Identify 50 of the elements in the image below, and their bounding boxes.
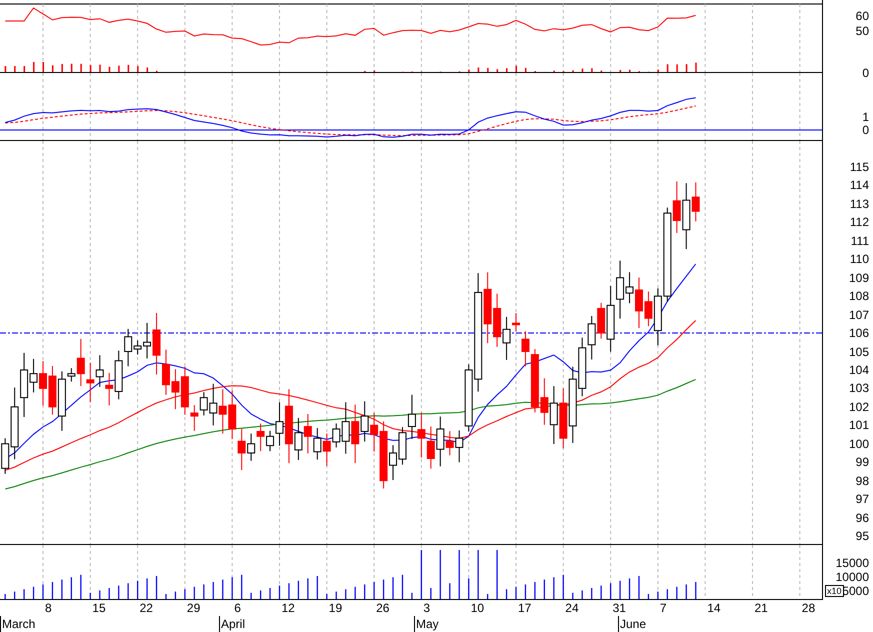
date-label: 19 <box>328 601 342 615</box>
axis-tick-label: 98 <box>856 474 869 488</box>
date-label: 17 <box>518 601 532 615</box>
axis-tick-label: 104 <box>848 362 869 377</box>
month-label: May <box>416 617 439 631</box>
axis-tick-label: 114 <box>850 178 869 192</box>
axis-tick-label: 50 <box>856 24 869 38</box>
date-label: 15 <box>92 601 106 615</box>
axis-tick-label: 105 <box>848 344 869 358</box>
date-label: 26 <box>376 601 390 615</box>
date-label: 8 <box>45 601 52 615</box>
axis-tick-label: 106 <box>848 326 869 340</box>
axis-tick-label: 102 <box>848 400 869 414</box>
date-label: 28 <box>802 601 816 615</box>
date-label: 12 <box>282 601 295 615</box>
date-label: 24 <box>565 601 579 615</box>
date-label: 29 <box>186 601 200 615</box>
axis-tick-label: 0 <box>862 123 869 137</box>
date-label: 31 <box>612 601 626 615</box>
axis-tick-label: 0 <box>862 66 869 80</box>
date-label: 14 <box>707 601 721 615</box>
axis-tick-label: 112 <box>850 215 869 230</box>
month-label: June <box>620 617 646 631</box>
month-label: March <box>2 617 36 631</box>
axis-tick-label: 101 <box>848 418 869 432</box>
axis-tick-label: 107 <box>848 308 869 322</box>
date-label: 3 <box>423 601 430 615</box>
axis-tick-label: 99 <box>856 455 869 470</box>
axis-tick-label: 103 <box>848 381 869 396</box>
axis-tick-label: 60 <box>856 9 869 23</box>
date-label: 10 <box>470 601 484 615</box>
axis-tick-label: 111 <box>850 234 869 248</box>
axis-tick-label: 109 <box>848 270 869 285</box>
axis-tick-label: 97 <box>856 492 869 506</box>
axis-tick-label: 115 <box>850 160 869 174</box>
axis-tick-label: 100 <box>848 436 869 451</box>
axis-tick-label: 15000 <box>836 556 869 570</box>
date-label: 7 <box>660 601 667 615</box>
axis-tick-label: 95 <box>856 529 869 543</box>
axis-tick-label: 108 <box>848 289 869 304</box>
date-label: 21 <box>754 601 768 615</box>
date-label: 6 <box>234 601 241 615</box>
month-label: April <box>221 617 246 631</box>
axis-tick-label: 1 <box>862 110 869 124</box>
axis-tick-label: 96 <box>856 510 869 525</box>
axis-tick-label: 10000 <box>836 570 869 584</box>
axis-tick-label: 113 <box>850 196 869 211</box>
scale-label: x10 <box>825 585 844 597</box>
date-label: 22 <box>140 601 153 615</box>
axis-tick-label: 110 <box>850 252 869 266</box>
